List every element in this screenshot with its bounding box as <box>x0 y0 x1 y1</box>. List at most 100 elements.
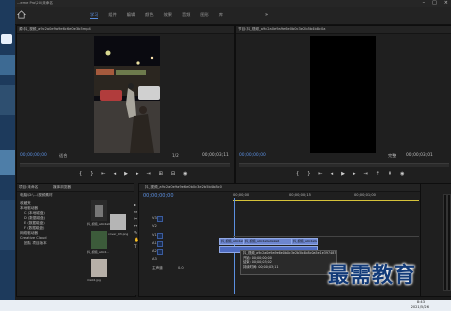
timeline-clip-video[interactable]: 抖_视频_a9c2a0e9 <box>219 238 245 245</box>
source-transport-controls: { } ⇤ ◂ ▶ ▸ ⇥ ⊞ ⊟ ◉ <box>79 171 187 177</box>
workspace-tab[interactable]: 库 <box>219 12 223 19</box>
workspace-tab[interactable]: 编辑 <box>127 12 135 19</box>
toggle-sync-lock-icon[interactable] <box>157 249 163 255</box>
overwrite-icon[interactable]: ⊟ <box>171 171 175 177</box>
lift-icon[interactable]: ⇡ <box>376 171 380 177</box>
source-resolution-dropdown[interactable]: 1/2 <box>172 153 179 158</box>
minimize-icon[interactable]: – <box>423 0 426 6</box>
source-monitor-title: 源:抖_视频_a9c2a0e9a9e6c6e0e3b5mp4 <box>19 27 91 31</box>
program-timecode-duration: 00;00;03;01 <box>406 153 433 158</box>
mark-in-icon[interactable]: { <box>296 171 299 177</box>
workspace-tab[interactable]: 效果 <box>164 12 172 19</box>
program-fit-dropdown[interactable]: 完整 <box>388 153 396 158</box>
project-panel-header: 项目:未命名 媒体浏览器 <box>17 184 135 192</box>
program-monitor-title: 节目:抖_视频_a9c2a0e9a9e6e0b0c3e2b5b4b8c0a <box>238 27 326 31</box>
tooltip-line: 持续时间: 00;00;03;11 <box>243 264 279 269</box>
step-forward-icon[interactable]: ▸ <box>353 171 356 177</box>
toggle-sync-lock-icon[interactable] <box>157 233 163 239</box>
go-to-in-icon[interactable]: ⇤ <box>318 171 322 177</box>
watermark-logo: 最需教育 <box>328 262 416 287</box>
clock-date: 2021/5/26 <box>410 305 429 309</box>
desktop-thumbnail <box>0 55 15 75</box>
step-forward-icon[interactable]: ▸ <box>136 171 139 177</box>
window-controls: – □ × <box>423 0 448 6</box>
timeline-clip-video[interactable]: 抖_视频_a9c2a0e9 <box>291 238 318 245</box>
toggle-sync-lock-icon[interactable] <box>157 216 163 222</box>
play-icon[interactable]: ▶ <box>124 171 128 177</box>
program-time-ruler[interactable] <box>239 163 449 167</box>
workspace-bar: 学习 组件 编辑 颜色 效果 音频 图形 库 » <box>15 7 451 25</box>
timeline-clip-video[interactable]: 抖_视频_a9c2a0e9a9e6 <box>243 238 293 245</box>
ruler-label: 00;00;01;00 <box>354 193 376 197</box>
workspace-tab[interactable]: 组件 <box>108 12 116 19</box>
media-thumbnail-label: ms02.jpg <box>87 278 101 282</box>
ruler-label: 00;00;00 <box>233 193 250 197</box>
track-label[interactable]: V2 <box>152 224 157 228</box>
audio-meter-panel <box>420 183 451 297</box>
source-timecode-current[interactable]: 00;00;00;00 <box>20 153 47 158</box>
timeline-timecode[interactable]: 00;00;00;00 <box>143 193 174 199</box>
master-track-label[interactable]: 主声道 <box>152 266 163 271</box>
clip-tooltip: 抖_视频_a9c2a0e9a9e6e0b0c3e2b5b4b8c0a5e1e39… <box>240 250 337 275</box>
desktop-thumbnail <box>0 85 15 115</box>
go-to-out-icon[interactable]: ⇥ <box>146 171 150 177</box>
tree-item[interactable]: Creative Cloud <box>20 236 46 240</box>
track-label[interactable]: A3 <box>152 257 157 261</box>
ruler-label: 00;00;00;15 <box>289 193 311 197</box>
program-monitor-header: 节目:抖_视频_a9c2a0e9a9e6e0b0c3e2b5b4b8c0a <box>236 26 451 34</box>
toggle-sync-lock-icon[interactable] <box>157 241 163 247</box>
mark-out-icon[interactable]: } <box>307 171 310 177</box>
source-fit-dropdown[interactable]: 适合 <box>59 153 67 158</box>
program-transport-controls: { } ⇤ ◂ ▶ ▸ ⇥ ⇡ ⇞ ◉ <box>296 171 404 177</box>
video-thumb-image <box>91 200 107 221</box>
media-thumbnail-label: 抖_视频_a9c2... <box>87 250 110 254</box>
timeline-header: 抖_视频_a9c2a0e9a9e6e0b0c3e2b5b4b8c0 <box>139 184 421 192</box>
media-thumbnail[interactable] <box>91 231 107 249</box>
play-icon[interactable]: ▶ <box>341 171 345 177</box>
desktop-strip <box>0 0 15 300</box>
project-panel: 项目:未命名 媒体浏览器 电脑\D:\...\视频素材 收藏夹 本地驱动器 C … <box>16 183 136 297</box>
night-street-scene <box>94 36 160 153</box>
insert-icon[interactable]: ⊞ <box>159 171 163 177</box>
tree-item[interactable]: 团队 项目版本 <box>24 241 47 246</box>
go-to-in-icon[interactable]: ⇤ <box>101 171 105 177</box>
close-icon[interactable]: × <box>444 0 448 6</box>
tab-project[interactable]: 项目:未命名 <box>19 185 38 189</box>
extract-icon[interactable]: ⇞ <box>388 171 392 177</box>
source-time-ruler[interactable] <box>20 163 230 167</box>
taskbar: 8:43 2021/5/26 <box>0 300 451 311</box>
maximize-icon[interactable]: □ <box>432 0 437 6</box>
workspace-tab[interactable]: 颜色 <box>145 12 153 19</box>
source-video-frame <box>94 36 160 153</box>
master-volume-value[interactable]: 0.0 <box>178 266 184 270</box>
mark-in-icon[interactable]: { <box>79 171 82 177</box>
audio-meter-bar <box>447 194 451 291</box>
title-bar: ...eme Pro\20\未命名 – □ × <box>15 0 451 7</box>
export-frame-icon[interactable]: ◉ <box>400 171 404 177</box>
home-icon[interactable] <box>17 10 26 19</box>
desktop-thumbnail <box>0 150 15 175</box>
program-video-frame <box>310 36 376 153</box>
workspace-tab[interactable]: 图形 <box>200 12 208 19</box>
workspace-tab[interactable]: 音频 <box>182 12 190 19</box>
media-path: 电脑\D:\...\视频素材 <box>20 193 53 197</box>
work-area-bar[interactable] <box>233 200 419 201</box>
tab-media-browser[interactable]: 媒体浏览器 <box>53 185 71 189</box>
program-timecode-current[interactable]: 00;00;00;00 <box>239 153 266 158</box>
workspace-tab[interactable]: 学习 <box>90 12 99 19</box>
step-back-icon[interactable]: ◂ <box>331 171 334 177</box>
media-thumbnail[interactable] <box>91 200 107 221</box>
media-thumbnail[interactable] <box>110 214 126 230</box>
more-workspaces-icon[interactable]: » <box>265 12 268 18</box>
chat-bubble-icon[interactable] <box>1 34 12 44</box>
mark-out-icon[interactable]: } <box>90 171 93 177</box>
tooltip-line: 抖_视频_a9c2a0e9a9e6e0b0c3e2b5b4b8c0a5e1e39… <box>243 251 336 255</box>
track-divider <box>233 236 419 237</box>
step-back-icon[interactable]: ◂ <box>114 171 117 177</box>
workspace-tabs: 学习 组件 编辑 颜色 效果 音频 图形 库 <box>90 12 223 19</box>
export-frame-icon[interactable]: ◉ <box>183 171 187 177</box>
go-to-out-icon[interactable]: ⇥ <box>363 171 367 177</box>
sequence-tab[interactable]: 抖_视频_a9c2a0e9a9e6e0b0c3e2b5b4b8c0 <box>145 185 222 189</box>
media-thumbnail[interactable] <box>91 259 107 277</box>
source-monitor-header: 源:抖_视频_a9c2a0e9a9e6c6e0e3b5mp4 <box>17 26 234 34</box>
